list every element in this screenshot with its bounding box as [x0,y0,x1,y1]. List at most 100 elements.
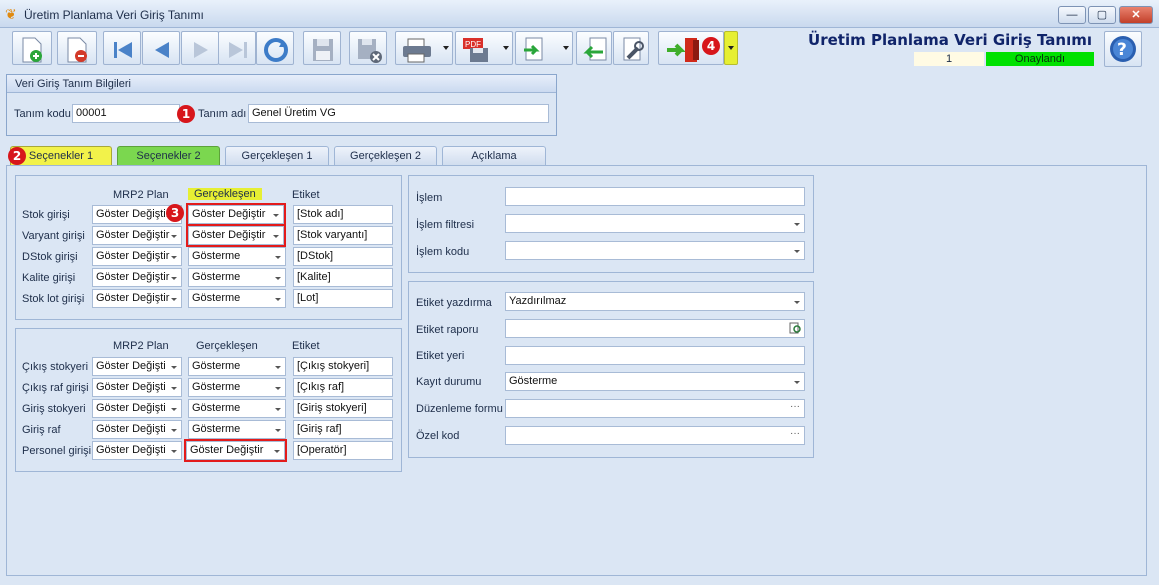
etiket-field[interactable]: [Giriş raf] [293,420,393,439]
prev-icon [155,42,169,58]
name-field[interactable]: Genel Üretim VG [248,104,549,123]
butterfly-app-icon: ❦ [5,6,17,22]
cancel-save-button[interactable] [349,31,387,65]
report-browse-icon[interactable] [789,322,801,334]
chevron-down-icon [171,277,177,280]
gerc-value: Gösterme [192,271,241,283]
etiket-field[interactable]: [Operatör] [293,441,393,460]
row-label: Kalite girişi [22,272,76,284]
tab-gerceklesen-1[interactable]: Gerçekleşen 1 [225,146,329,166]
import-button[interactable] [515,31,573,65]
etiket-raporu-field[interactable] [505,319,805,338]
chevron-down-icon [794,250,800,253]
pdf-export-icon: PDF [463,38,488,62]
new-button[interactable] [12,31,52,65]
gerc-value: Gösterme [192,250,241,262]
help-button[interactable]: ? [1104,31,1142,67]
islem-filtresi-combo[interactable] [505,214,805,233]
etiket-field[interactable]: [Giriş stokyeri] [293,399,393,418]
etiket-field[interactable]: [Kalite] [293,268,393,287]
minimize-button[interactable]: — [1058,6,1086,24]
etiket-field[interactable]: [Lot] [293,289,393,308]
chevron-down-icon [794,223,800,226]
new-icon [22,37,42,63]
gerc-combo[interactable]: Gösterme [188,420,286,439]
duzenleme-formu-field[interactable]: ··· [505,399,805,418]
mrp-combo[interactable]: Göster Değiştir [92,268,182,287]
mrp-combo[interactable]: Göster Değişti [92,357,182,376]
gerc-combo[interactable]: Göster Değiştir [184,439,287,462]
mrp-value: Göster Değiştir [96,292,170,304]
close-button[interactable]: ✕ [1119,6,1153,24]
mrp-combo[interactable]: Göster Değiştir [92,289,182,308]
etiket-raporu-label: Etiket raporu [416,324,479,336]
islem-label: İşlem [416,192,443,204]
etiket-field[interactable]: [Çıkış stokyeri] [293,357,393,376]
pdf-export-button[interactable]: PDF [455,31,513,65]
mrp-combo[interactable]: Göster Değişti [92,399,182,418]
gerc-combo[interactable]: Gösterme [188,399,286,418]
print-dropdown-icon[interactable] [443,46,449,50]
tab-gerceklesen-2[interactable]: Gerçekleşen 2 [334,146,437,166]
row-label: Giriş raf [22,424,61,436]
code-field[interactable]: 00001 [72,104,180,123]
last-record-button[interactable] [218,31,256,65]
kayit-durumu-combo[interactable]: Gösterme [505,372,805,391]
gerc-combo[interactable]: Gösterme [188,378,286,397]
save-button[interactable] [303,31,341,65]
ellipsis-icon[interactable]: ··· [790,401,800,412]
mrp-combo[interactable]: Göster Değişti [92,420,182,439]
code-label: Tanım kodu [14,108,71,120]
delete-button[interactable] [57,31,97,65]
chevron-down-icon [794,381,800,384]
etiket-field[interactable]: [DStok] [293,247,393,266]
previous-record-button[interactable] [142,31,180,65]
pdf-dropdown-icon[interactable] [503,46,509,50]
form-title: Üretim Planlama Veri Giriş Tanımı [808,31,1092,49]
window-titlebar: ❦ Üretim Planlama Veri Giriş Tanımı — ▢ … [0,0,1159,28]
mrp-combo[interactable]: Göster Değiştir [92,226,182,245]
gerc-combo[interactable]: Gösterme [188,357,286,376]
import-dropdown-icon[interactable] [563,46,569,50]
first-record-button[interactable] [103,31,141,65]
islem-kodu-combo[interactable] [505,241,805,260]
cancel-save-icon [358,39,382,63]
etiket-field[interactable]: [Çıkış raf] [293,378,393,397]
tab-secenekler-2[interactable]: Seçenekler 2 [117,146,220,166]
mrp-combo[interactable]: Göster Değişti [92,441,182,460]
exit-icon [667,38,699,62]
maximize-button[interactable]: ▢ [1088,6,1116,24]
etiket-yazdirma-combo[interactable]: Yazdırılmaz [505,292,805,311]
name-label: Tanım adı [198,108,247,120]
ellipsis-icon[interactable]: ··· [790,428,800,439]
back-button[interactable] [576,31,612,65]
ozel-kod-field[interactable]: ··· [505,426,805,445]
chevron-down-icon [275,277,281,280]
refresh-button[interactable] [256,31,294,65]
col-gerceklesen: Gerçekleşen [196,340,258,352]
mrp-value: Göster Değişti [96,381,166,393]
gerc-value: Göster Değiştir [190,444,264,456]
etiket-field[interactable]: [Stok varyantı] [293,226,393,245]
gerc-combo[interactable]: Göster Değiştir [186,224,286,247]
gerc-value: Göster Değiştir [192,229,266,241]
tab-aciklama[interactable]: Açıklama [442,146,546,166]
chevron-down-icon [171,387,177,390]
gerc-combo[interactable]: Gösterme [188,247,286,266]
print-button[interactable] [395,31,453,65]
exit-dropdown-button[interactable] [724,31,738,65]
gerc-combo[interactable]: Gösterme [188,268,286,287]
mrp-combo[interactable]: Göster Değişti [92,378,182,397]
gerc-combo[interactable]: Gösterme [188,289,286,308]
islem-field[interactable] [505,187,805,206]
etiket-yeri-field[interactable] [505,346,805,365]
col-etiket: Etiket [292,340,320,352]
settings-button[interactable] [613,31,649,65]
mrp-combo[interactable]: Göster Değiştir [92,247,182,266]
etiket-field[interactable]: [Stok adı] [293,205,393,224]
next-record-button[interactable] [181,31,219,65]
delete-icon [67,37,87,63]
gerc-combo[interactable]: Göster Değiştir [186,203,286,226]
gerc-value: Gösterme [192,402,241,414]
kayit-durumu-label: Kayıt durumu [416,376,482,388]
